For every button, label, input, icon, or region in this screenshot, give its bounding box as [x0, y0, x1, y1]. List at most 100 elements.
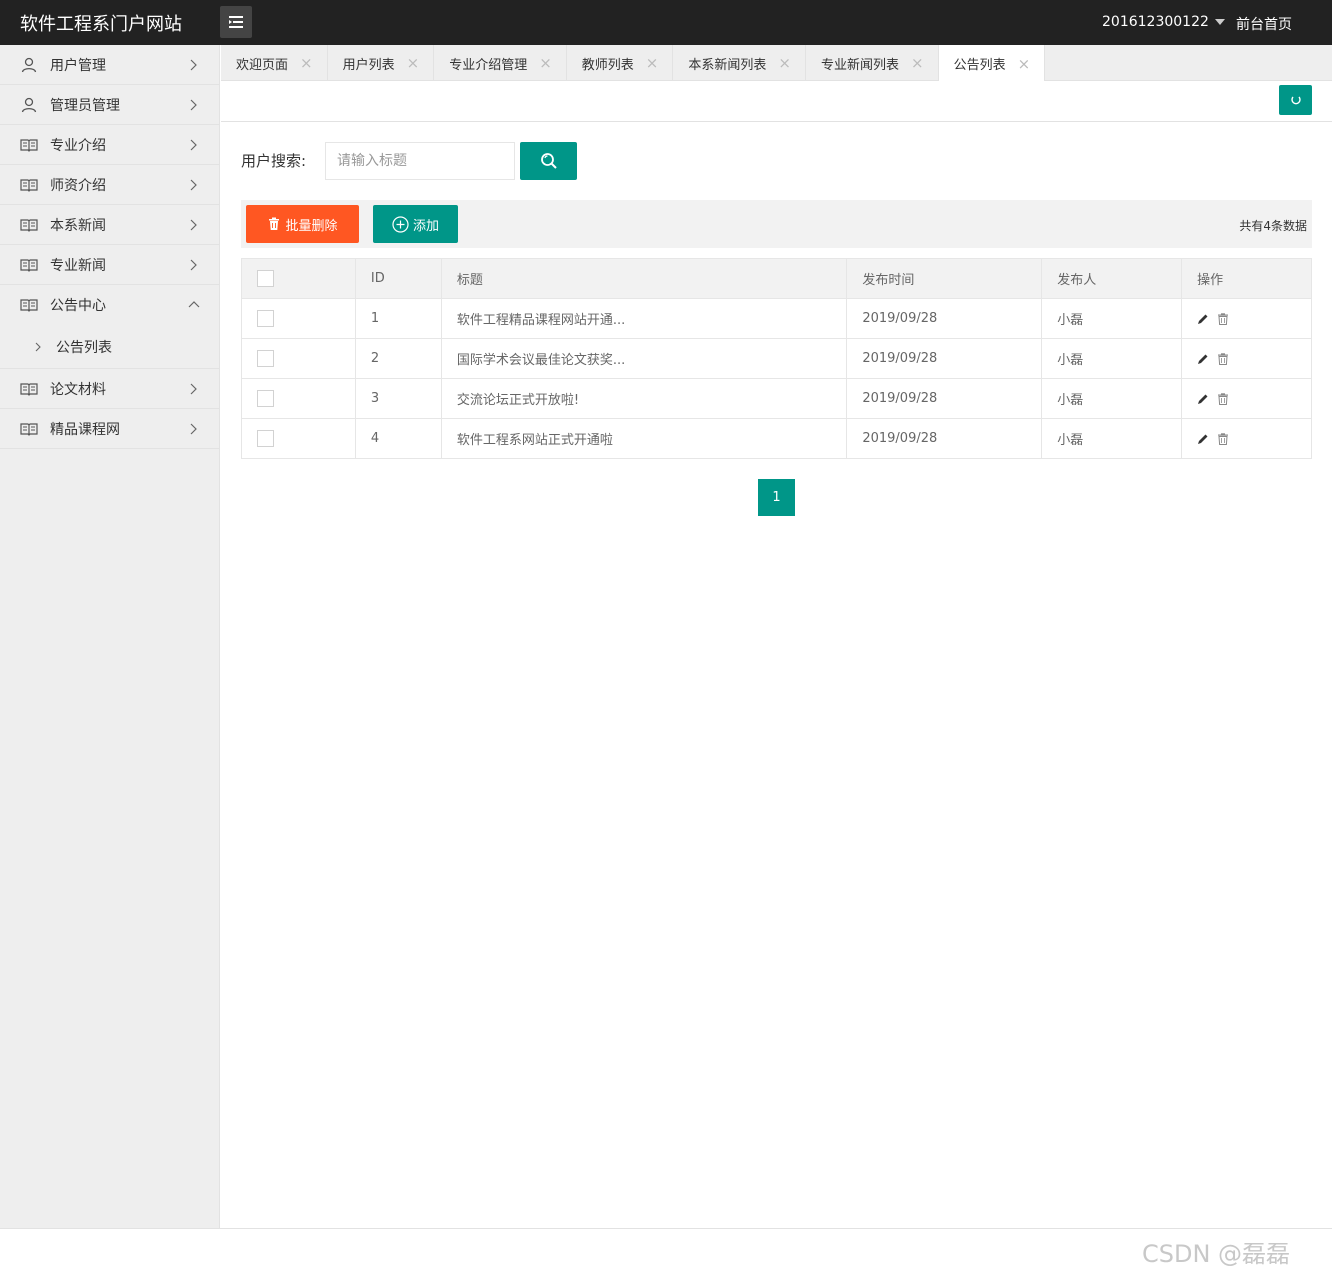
- tab-label: 欢迎页面: [236, 57, 289, 73]
- trash-icon[interactable]: [1217, 352, 1229, 365]
- sidebar-item-major-news[interactable]: 专业新闻: [0, 245, 219, 285]
- user-icon: [20, 56, 38, 74]
- book-icon: [20, 216, 38, 234]
- close-icon[interactable]: ×: [646, 54, 659, 72]
- sidebar-item-admin-management[interactable]: 管理员管理: [0, 85, 219, 125]
- sidebar-item-dept-news[interactable]: 本系新闻: [0, 205, 219, 245]
- tab-major-news-list[interactable]: 专业新闻列表 ×: [806, 45, 939, 81]
- chevron-right-icon: [190, 423, 197, 435]
- chevron-right-icon: [190, 99, 197, 111]
- page-bottom-divider: [0, 1228, 1332, 1229]
- row-checkbox[interactable]: [257, 430, 274, 447]
- content-topbar: [221, 81, 1332, 122]
- tab-user-list[interactable]: 用户列表 ×: [328, 45, 435, 81]
- cell-id: 2: [354, 338, 442, 379]
- front-home-link[interactable]: 前台首页: [1236, 14, 1292, 34]
- notice-table: ID 标题 发布时间 发布人 操作 1 软件工程精品课程网站开通... 2019…: [241, 258, 1312, 459]
- sidebar-item-notice-center[interactable]: 公告中心: [0, 285, 219, 325]
- close-icon[interactable]: ×: [539, 54, 552, 72]
- cell-id: 1: [354, 298, 442, 339]
- edit-icon[interactable]: [1197, 313, 1209, 325]
- tab-teacher-list[interactable]: 教师列表 ×: [567, 45, 674, 81]
- top-header: 软件工程系门户网站 201612300122 前台首页: [0, 0, 1332, 45]
- cell-id: 3: [354, 378, 442, 419]
- column-header: 发布人: [1041, 258, 1183, 299]
- sidebar-subitem-notice-list[interactable]: 公告列表: [0, 325, 219, 369]
- watermark-text: CSDN @磊磊cpp: [1142, 1240, 1291, 1270]
- cell-date: 2019/09/28: [846, 338, 1043, 379]
- tab-bar: 欢迎页面 × 用户列表 × 专业介绍管理 × 教师列表 × 本系新闻列表 × 专业新闻列表…: [221, 45, 1332, 82]
- chevron-right-icon: [190, 59, 197, 71]
- user-icon: [20, 96, 38, 114]
- cell-author: 小磊: [1041, 418, 1183, 459]
- tab-label: 公告列表: [953, 58, 1006, 73]
- search-input[interactable]: [325, 142, 515, 180]
- add-label: 添加: [412, 218, 439, 234]
- tab-label: 本系新闻列表: [688, 57, 767, 73]
- sidebar-item-thesis-materials[interactable]: 论文材料: [0, 369, 219, 409]
- book-icon: [20, 256, 38, 274]
- book-icon: [20, 176, 38, 194]
- cell-date: 2019/09/28: [846, 298, 1043, 339]
- row-checkbox[interactable]: [257, 390, 274, 407]
- menu-toggle-button[interactable]: [220, 6, 252, 38]
- sidebar-item-label: 本系新闻: [50, 217, 106, 234]
- edit-icon[interactable]: [1197, 353, 1209, 365]
- close-icon[interactable]: ×: [300, 54, 313, 72]
- close-icon[interactable]: ×: [407, 54, 420, 72]
- user-dropdown[interactable]: 201612300122: [1102, 14, 1225, 30]
- search-label: 用户搜索:: [241, 152, 307, 170]
- menu-icon: [229, 16, 243, 28]
- trash-icon[interactable]: [1217, 392, 1229, 405]
- sidebar-item-label: 公告中心: [50, 298, 106, 314]
- cell-date: 2019/09/28: [846, 378, 1043, 419]
- trash-icon[interactable]: [1217, 432, 1229, 445]
- tab-notice-list[interactable]: 公告列表 ×: [938, 45, 1046, 82]
- sidebar-item-faculty-intro[interactable]: 师资介绍: [0, 165, 219, 205]
- sidebar-item-quality-courses[interactable]: 精品课程网: [0, 409, 219, 449]
- column-header: 发布时间: [846, 258, 1043, 299]
- site-logo: 软件工程系门户网站: [20, 14, 182, 35]
- trash-icon: [269, 217, 280, 230]
- search-button[interactable]: [520, 142, 577, 180]
- cell-author: 小磊: [1041, 298, 1183, 339]
- refresh-button[interactable]: [1279, 85, 1312, 115]
- book-icon: [20, 380, 38, 398]
- add-button[interactable]: 添加: [373, 205, 458, 243]
- sidebar-item-label: 论文材料: [50, 381, 106, 398]
- row-checkbox[interactable]: [257, 350, 274, 367]
- batch-delete-button[interactable]: 批量删除: [246, 205, 359, 243]
- close-icon[interactable]: ×: [1018, 55, 1031, 73]
- select-all-checkbox[interactable]: [257, 270, 274, 287]
- table-toolbar: 批量删除 添加 共有4条数据: [241, 200, 1312, 248]
- chevron-right-icon: [190, 139, 197, 151]
- edit-icon[interactable]: [1197, 433, 1209, 445]
- column-header: 操作: [1181, 258, 1312, 299]
- chevron-right-icon: [190, 219, 197, 231]
- refresh-icon: [1290, 96, 1301, 105]
- tab-label: 用户列表: [342, 57, 395, 73]
- cell-author: 小磊: [1041, 338, 1183, 379]
- close-icon[interactable]: ×: [911, 54, 924, 72]
- tab-welcome[interactable]: 欢迎页面 ×: [221, 45, 328, 81]
- chevron-right-icon: [190, 383, 197, 395]
- close-icon[interactable]: ×: [778, 54, 791, 72]
- chevron-up-icon: [188, 301, 200, 308]
- edit-icon[interactable]: [1197, 393, 1209, 405]
- tab-label: 专业介绍管理: [449, 57, 528, 73]
- pagination-page-button[interactable]: 1: [758, 479, 795, 516]
- tab-label: 专业新闻列表: [820, 57, 899, 73]
- record-count: 共有4条数据: [1239, 219, 1307, 233]
- trash-icon[interactable]: [1217, 312, 1229, 325]
- search-icon: [540, 153, 557, 169]
- tab-label: 教师列表: [581, 57, 634, 73]
- sidebar-item-user-management[interactable]: 用户管理: [0, 45, 219, 85]
- tab-dept-news-list[interactable]: 本系新闻列表 ×: [673, 45, 806, 81]
- tab-major-intro-mgmt[interactable]: 专业介绍管理 ×: [434, 45, 567, 81]
- sidebar-item-major-intro[interactable]: 专业介绍: [0, 125, 219, 165]
- cell-title: 软件工程系网站正式开通啦: [440, 418, 848, 459]
- row-checkbox[interactable]: [257, 310, 274, 327]
- table-row: 3 交流论坛正式开放啦! 2019/09/28 小磊: [241, 378, 1312, 419]
- header-checkbox-cell: [241, 258, 356, 299]
- chevron-right-icon: [35, 342, 41, 351]
